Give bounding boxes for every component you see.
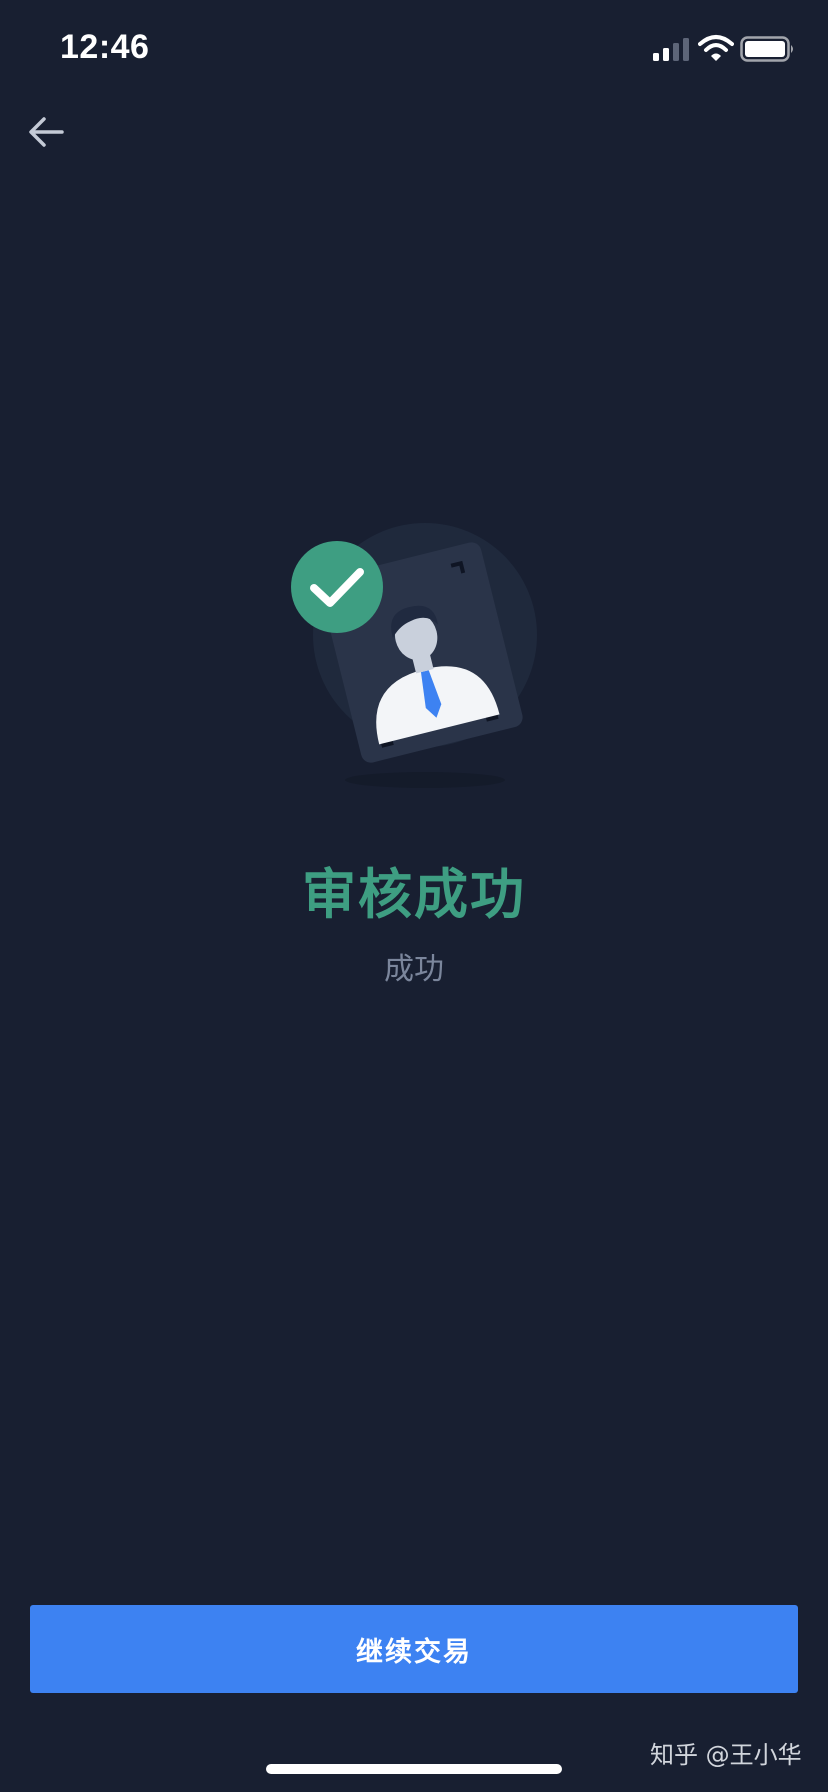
verification-illustration (270, 510, 560, 800)
signal-icon (653, 38, 689, 61)
continue-trading-button[interactable]: 继续交易 (30, 1605, 798, 1693)
status-time: 12:46 (60, 28, 150, 66)
status-bar: 12:46 (0, 0, 828, 100)
battery-icon (740, 36, 793, 62)
watermark: 知乎 @王小华 (650, 1741, 802, 1769)
result-subtitle: 成功 (384, 952, 444, 987)
check-circle-icon (291, 541, 383, 633)
home-indicator[interactable] (266, 1764, 562, 1774)
result-title: 审核成功 (302, 863, 526, 926)
back-button[interactable] (22, 108, 70, 156)
arrow-left-icon (29, 117, 64, 147)
wifi-icon (698, 35, 734, 61)
